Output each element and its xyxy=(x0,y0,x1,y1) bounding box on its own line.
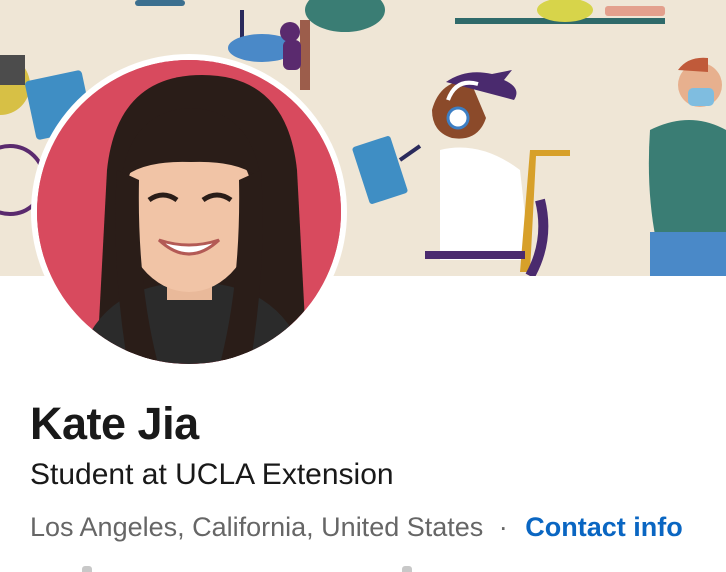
separator-dot: · xyxy=(498,512,508,542)
avatar-frame[interactable] xyxy=(31,54,347,370)
profile-photo xyxy=(37,60,341,364)
contact-info-link[interactable]: Contact info xyxy=(525,512,682,542)
avatar[interactable] xyxy=(37,60,341,364)
profile-name: Kate Jia xyxy=(30,398,199,449)
cut-off-row xyxy=(30,562,430,572)
profile-location: Los Angeles, California, United States xyxy=(30,512,484,542)
profile-headline: Student at UCLA Extension xyxy=(30,458,394,491)
location-row: Los Angeles, California, United States ·… xyxy=(30,512,683,543)
